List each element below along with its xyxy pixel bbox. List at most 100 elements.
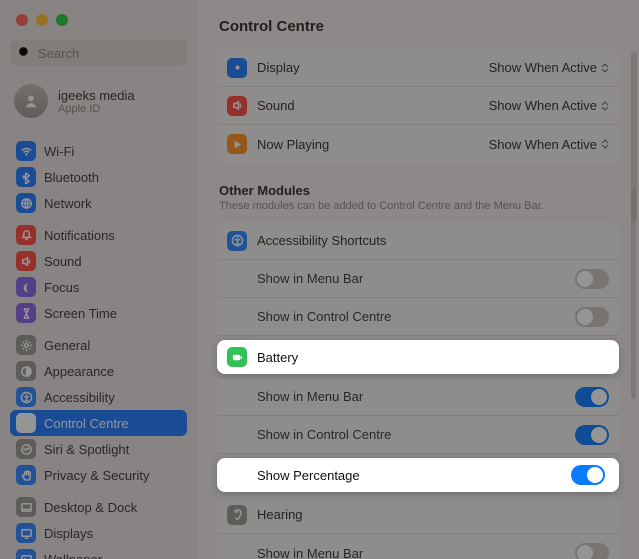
option-label: Show in Menu Bar xyxy=(227,271,575,286)
avatar xyxy=(14,84,48,118)
hearing-show-menubar-row: Show in Menu Bar xyxy=(217,534,619,559)
module-label: Now Playing xyxy=(257,137,489,152)
wallpaper-icon xyxy=(16,549,36,559)
sidebar-item-label: Desktop & Dock xyxy=(44,500,137,515)
accessibility-icon xyxy=(227,231,247,251)
play-icon xyxy=(227,134,247,154)
window-controls xyxy=(16,14,187,26)
chevron-updown-icon xyxy=(601,62,609,74)
minimise-window-button[interactable] xyxy=(36,14,48,26)
sidebar-item-screen-time[interactable]: Screen Time xyxy=(10,300,187,326)
sidebar-item-label: General xyxy=(44,338,90,353)
sidebar-item-accessibility[interactable]: Accessibility xyxy=(10,384,187,410)
option-label: Show in Menu Bar xyxy=(227,389,575,404)
sidebar-item-appearance[interactable]: Appearance xyxy=(10,358,187,384)
page-title: Control Centre xyxy=(219,18,617,35)
scrollbar[interactable] xyxy=(631,189,636,399)
account-name: igeeks media xyxy=(58,88,135,103)
battery-show-cc-toggle[interactable] xyxy=(575,425,609,445)
option-label: Show Percentage xyxy=(227,468,571,483)
sidebar-item-control-centre[interactable]: Control Centre xyxy=(10,410,187,436)
bell-icon xyxy=(16,225,36,245)
accessibility-show-in-control-centre-row: Show in Control Centre xyxy=(217,298,619,336)
ear-icon xyxy=(227,505,247,525)
sidebar-item-label: Notifications xyxy=(44,228,115,243)
wifi-icon xyxy=(16,141,36,161)
appearance-icon xyxy=(16,361,36,381)
battery-show-menubar-toggle[interactable] xyxy=(575,387,609,407)
content-scroll[interactable]: Display Show When Active Sound Show When… xyxy=(197,49,639,559)
sidebar: igeeks media Apple ID Wi-Fi Bluetooth Netw… xyxy=(0,0,197,559)
toggle[interactable] xyxy=(575,269,609,289)
switches-icon xyxy=(16,413,36,433)
zoom-window-button[interactable] xyxy=(56,14,68,26)
globe-icon xyxy=(16,193,36,213)
module-value-select[interactable]: Show When Active xyxy=(489,98,609,113)
hand-icon xyxy=(16,465,36,485)
bluetooth-icon xyxy=(16,167,36,187)
sidebar-item-wallpaper[interactable]: Wallpaper xyxy=(10,546,187,559)
settings-window: igeeks media Apple ID Wi-Fi Bluetooth Netw… xyxy=(0,0,639,559)
battery-show-percentage-toggle[interactable] xyxy=(571,465,605,485)
sidebar-item-wi-fi[interactable]: Wi-Fi xyxy=(10,138,187,164)
module-value: Show When Active xyxy=(489,98,597,113)
dock-icon xyxy=(16,497,36,517)
module-label: Battery xyxy=(257,350,609,365)
option-label: Show in Control Centre xyxy=(227,427,575,442)
battery-icon xyxy=(227,347,247,367)
toggle[interactable] xyxy=(575,307,609,327)
sidebar-item-privacy-security[interactable]: Privacy & Security xyxy=(10,462,187,488)
option-label: Show in Control Centre xyxy=(227,309,575,324)
module-value: Show When Active xyxy=(489,60,597,75)
sidebar-item-label: Siri & Spotlight xyxy=(44,442,129,457)
module-label: Accessibility Shortcuts xyxy=(257,233,609,248)
module-value-select[interactable]: Show When Active xyxy=(489,137,609,152)
sidebar-item-siri-spotlight[interactable]: Siri & Spotlight xyxy=(10,436,187,462)
sidebar-item-desktop-dock[interactable]: Desktop & Dock xyxy=(10,494,187,520)
sidebar-item-label: Wallpaper xyxy=(44,552,102,559)
sidebar-item-bluetooth[interactable]: Bluetooth xyxy=(10,164,187,190)
speaker-icon xyxy=(16,251,36,271)
sidebar-item-label: Bluetooth xyxy=(44,170,99,185)
module-label: Display xyxy=(257,60,489,75)
module-label: Sound xyxy=(257,98,489,113)
sidebar-item-focus[interactable]: Focus xyxy=(10,274,187,300)
sidebar-item-general[interactable]: General xyxy=(10,332,187,358)
accessibility-icon xyxy=(16,387,36,407)
module-now-playing: Now Playing Show When Active xyxy=(217,125,619,163)
sidebar-item-label: Displays xyxy=(44,526,93,541)
displays-icon xyxy=(16,523,36,543)
module-battery: Battery xyxy=(217,340,619,374)
hearing-show-menubar-toggle[interactable] xyxy=(575,543,609,559)
module-sound: Sound Show When Active xyxy=(217,87,619,125)
module-value: Show When Active xyxy=(489,137,597,152)
accessibility-show-in-menu-bar-row: Show in Menu Bar xyxy=(217,260,619,298)
sidebar-item-label: Appearance xyxy=(44,364,114,379)
module-hearing: Hearing xyxy=(217,496,619,534)
search-input[interactable] xyxy=(10,40,187,66)
battery-show-cc-row: Show in Control Centre xyxy=(217,416,619,454)
speaker-icon xyxy=(227,96,247,116)
sidebar-item-network[interactable]: Network xyxy=(10,190,187,216)
battery-show-menubar-row: Show in Menu Bar xyxy=(217,378,619,416)
module-value-select[interactable]: Show When Active xyxy=(489,60,609,75)
search-icon xyxy=(17,45,32,60)
sidebar-item-label: Accessibility xyxy=(44,390,115,405)
hourglass-icon xyxy=(16,303,36,323)
gear-icon xyxy=(16,335,36,355)
sidebar-item-label: Network xyxy=(44,196,92,211)
chevron-updown-icon xyxy=(601,138,609,150)
other-modules-sub: These modules can be added to Control Ce… xyxy=(219,200,619,212)
sidebar-item-label: Screen Time xyxy=(44,306,117,321)
apple-id-account-row[interactable]: igeeks media Apple ID xyxy=(10,76,187,132)
close-window-button[interactable] xyxy=(16,14,28,26)
sidebar-item-notifications[interactable]: Notifications xyxy=(10,222,187,248)
sun-icon xyxy=(227,58,247,78)
chevron-updown-icon xyxy=(601,100,609,112)
sidebar-nav: Wi-Fi Bluetooth Network Notifications SoundF… xyxy=(10,132,187,559)
sidebar-item-label: Control Centre xyxy=(44,416,129,431)
moon-icon xyxy=(16,277,36,297)
module-accessibility-shortcuts: Accessibility Shortcuts xyxy=(217,222,619,260)
sidebar-item-sound[interactable]: Sound xyxy=(10,248,187,274)
sidebar-item-displays[interactable]: Displays xyxy=(10,520,187,546)
